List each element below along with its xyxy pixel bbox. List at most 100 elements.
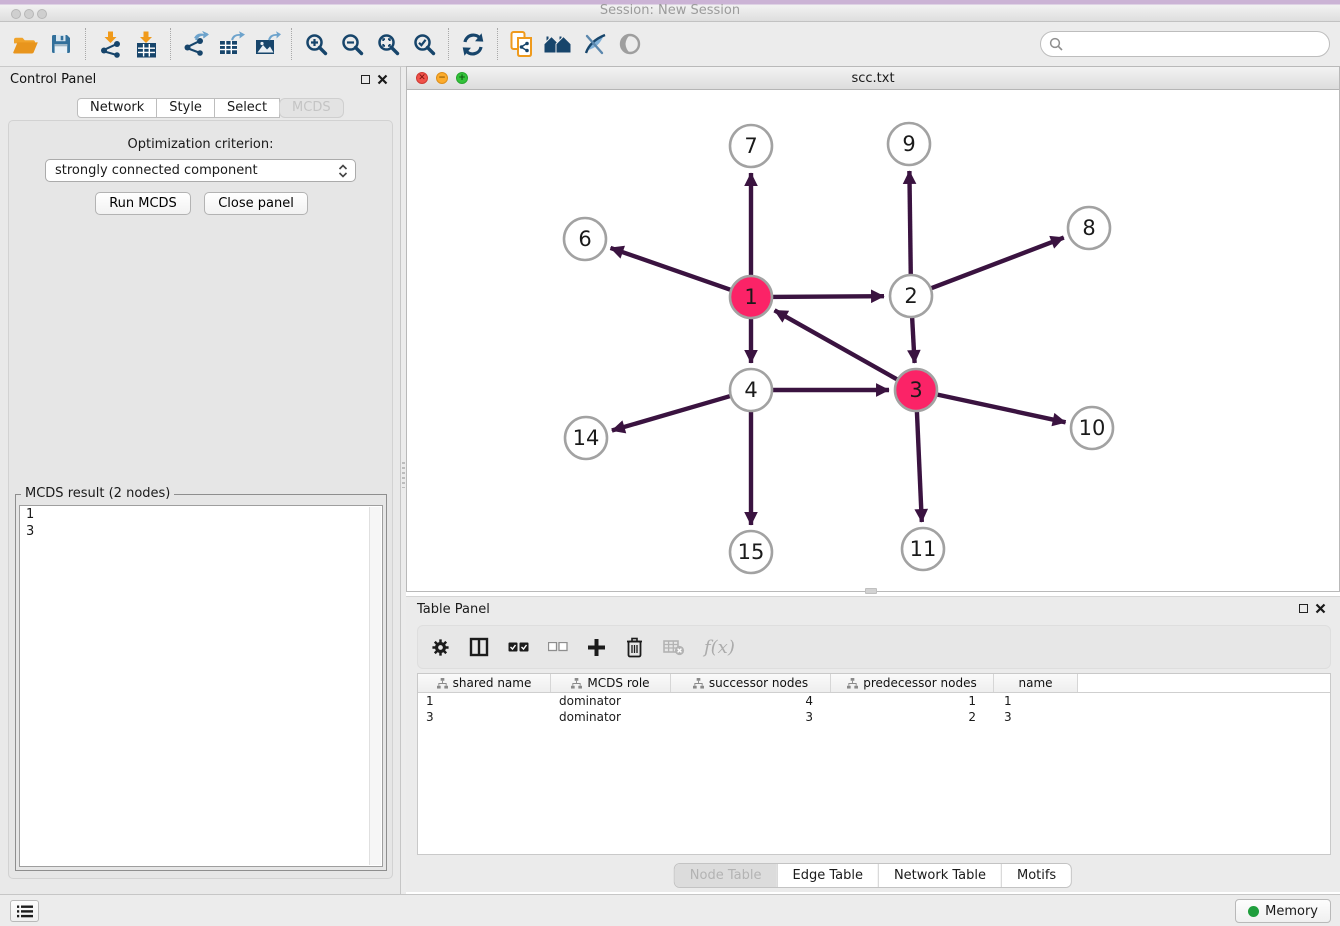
node-6[interactable]: 6 [564, 218, 606, 260]
graphics-details-icon[interactable] [615, 28, 645, 60]
node-7[interactable]: 7 [730, 125, 772, 167]
mcds-result-title: MCDS result (2 nodes) [21, 486, 174, 501]
optimization-criterion-value: strongly connected component [55, 163, 258, 178]
node-table: shared name MCDS role successor nodes pr… [417, 673, 1331, 855]
run-mcds-button[interactable]: Run MCDS [95, 192, 191, 215]
memory-button[interactable]: Memory [1235, 899, 1331, 923]
delete-column-icon[interactable] [625, 637, 644, 658]
control-panel: Control Panel Network Style Select MCDS … [0, 67, 401, 894]
close-panel-button[interactable]: Close panel [204, 192, 308, 215]
column-header-successor-nodes[interactable]: successor nodes [671, 674, 831, 692]
node-2[interactable]: 2 [890, 275, 932, 317]
zoom-in-icon[interactable] [301, 28, 331, 60]
show-log-button[interactable] [10, 900, 39, 922]
network-canvas[interactable]: 7 9 6 8 1 2 4 3 14 10 15 11 [407, 90, 1339, 591]
app-window: Session: New Session [0, 0, 1340, 926]
network-frame-titlebar: ✕ − + scc.txt [407, 67, 1339, 90]
network-frame-title: scc.txt [407, 71, 1339, 86]
control-panel-title: Control Panel [10, 72, 96, 87]
tab-node-table[interactable]: Node Table [675, 864, 777, 887]
node-15[interactable]: 15 [730, 531, 772, 573]
attribute-icon [571, 678, 582, 689]
app-title: Session: New Session [0, 3, 1340, 18]
edge-3-1[interactable] [775, 310, 900, 380]
table-panel-title: Table Panel [417, 602, 490, 617]
save-session-icon[interactable] [46, 28, 76, 60]
frame-resize-grip[interactable] [865, 588, 877, 594]
column-header-mcds-role[interactable]: MCDS role [551, 674, 671, 692]
tab-motifs[interactable]: Motifs [1001, 864, 1071, 887]
node-10[interactable]: 10 [1071, 407, 1113, 449]
table-row[interactable]: 1 dominator 4 1 1 [418, 693, 1330, 709]
tab-network-table[interactable]: Network Table [878, 864, 1001, 887]
open-session-icon[interactable] [10, 28, 40, 60]
edge-2-8[interactable] [929, 238, 1064, 290]
nested-network-icon[interactable] [543, 28, 573, 60]
toggle-annotations-icon[interactable] [579, 28, 609, 60]
main-toolbar [0, 22, 1340, 67]
edge-2-3[interactable] [912, 315, 915, 363]
svg-text:3: 3 [909, 378, 922, 402]
node-1[interactable]: 1 [730, 276, 772, 318]
column-header-predecessor-nodes[interactable]: predecessor nodes [831, 674, 994, 692]
svg-text:1: 1 [744, 285, 757, 309]
tab-edge-table[interactable]: Edge Table [776, 864, 877, 887]
select-all-icon[interactable] [508, 642, 529, 653]
optimization-criterion-select[interactable]: strongly connected component [45, 159, 356, 182]
import-network-icon[interactable] [95, 28, 125, 60]
close-table-panel-icon[interactable] [1315, 603, 1326, 614]
tab-style[interactable]: Style [156, 98, 215, 118]
svg-text:2: 2 [904, 284, 917, 308]
tab-select[interactable]: Select [214, 98, 280, 118]
deselect-all-icon[interactable] [548, 642, 568, 652]
panel-divider-grip[interactable] [402, 462, 405, 488]
apply-layout-icon[interactable] [458, 28, 488, 60]
delete-table-icon [663, 639, 685, 656]
table-panel: Table Panel [406, 596, 1340, 892]
column-header-name[interactable]: name [994, 674, 1078, 692]
attribute-icon [693, 678, 704, 689]
memory-status-icon [1248, 906, 1259, 917]
node-11[interactable]: 11 [902, 528, 944, 570]
node-14[interactable]: 14 [565, 417, 607, 459]
network-from-selection-icon[interactable] [507, 28, 537, 60]
svg-text:7: 7 [744, 134, 757, 158]
edge-1-2[interactable] [770, 296, 884, 297]
tab-mcds[interactable]: MCDS [279, 98, 344, 118]
edge-4-14[interactable] [612, 395, 733, 430]
table-tabs: Node Table Edge Table Network Table Moti… [674, 863, 1072, 888]
edge-1-6[interactable] [611, 248, 734, 291]
edge-2-9[interactable] [909, 171, 910, 277]
svg-text:11: 11 [910, 537, 937, 561]
search-box [1040, 31, 1330, 57]
float-table-panel-icon[interactable] [1299, 604, 1308, 613]
chevron-updown-icon [338, 164, 348, 178]
float-panel-icon[interactable] [361, 75, 370, 84]
table-row[interactable]: 3 dominator 3 2 3 [418, 709, 1330, 725]
mcds-result-textarea[interactable]: 1 3 [19, 505, 383, 867]
zoom-selected-icon[interactable] [409, 28, 439, 60]
edge-3-11[interactable] [917, 409, 922, 522]
column-header-shared-name[interactable]: shared name [418, 674, 551, 692]
control-panel-tabs: Network Style Select MCDS [77, 98, 344, 118]
zoom-out-icon[interactable] [337, 28, 367, 60]
column-visibility-icon[interactable] [469, 637, 489, 657]
create-column-icon[interactable] [587, 638, 606, 657]
table-header-row: shared name MCDS role successor nodes pr… [418, 674, 1330, 693]
zoom-fit-icon[interactable] [373, 28, 403, 60]
node-3[interactable]: 3 [895, 369, 937, 411]
attribute-icon [437, 678, 448, 689]
node-9[interactable]: 9 [888, 123, 930, 165]
node-8[interactable]: 8 [1068, 207, 1110, 249]
search-input[interactable] [1067, 37, 1321, 52]
export-table-icon[interactable] [216, 28, 246, 60]
table-settings-icon[interactable] [431, 638, 450, 657]
close-panel-icon[interactable] [377, 74, 388, 85]
tab-network[interactable]: Network [77, 98, 157, 118]
node-4[interactable]: 4 [730, 369, 772, 411]
edge-3-10[interactable] [935, 394, 1066, 422]
export-network-icon[interactable] [180, 28, 210, 60]
export-image-icon[interactable] [252, 28, 282, 60]
import-table-icon[interactable] [131, 28, 161, 60]
result-scrollbar[interactable] [369, 507, 381, 865]
